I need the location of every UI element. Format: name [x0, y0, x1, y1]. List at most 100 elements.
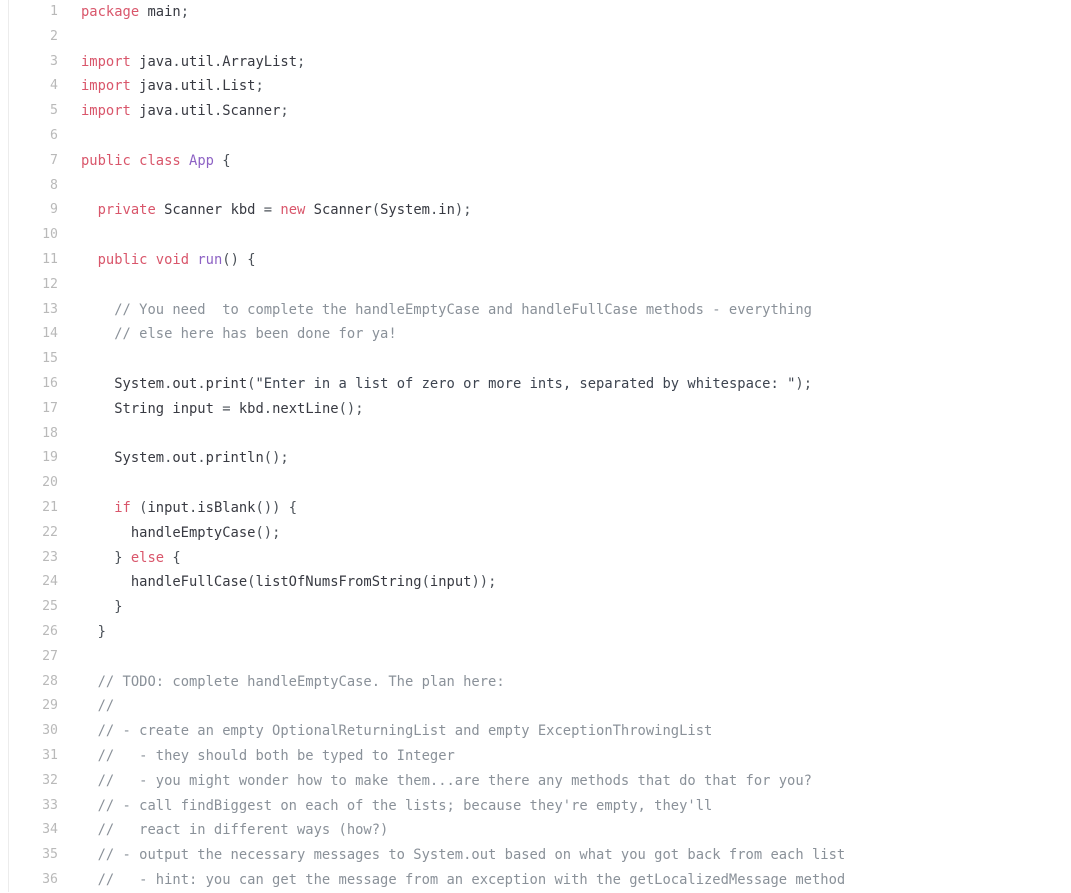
- line-content[interactable]: // - create an empty OptionalReturningLi…: [81, 719, 713, 744]
- code-line[interactable]: 24 handleFullCase(listOfNumsFromString(i…: [0, 570, 1071, 595]
- code-line[interactable]: 18: [0, 422, 1071, 447]
- line-content[interactable]: // - call findBiggest on each of the lis…: [81, 794, 713, 819]
- code-editor[interactable]: 1 package main; 2 3 import java.util.ArrayLi…: [0, 0, 1071, 892]
- line-content[interactable]: private Scanner kbd = new Scanner(System…: [81, 198, 472, 223]
- code-line[interactable]: 15: [0, 347, 1071, 372]
- code-line[interactable]: 20: [0, 471, 1071, 496]
- line-content[interactable]: if (input.isBlank()) {: [81, 496, 297, 521]
- comment-token: // - create an empty OptionalReturningLi…: [97, 723, 713, 740]
- comment-token: // TODO: complete handleEmptyCase. The p…: [97, 673, 505, 690]
- line-content[interactable]: System.out.print("Enter in a list of zer…: [81, 372, 812, 397]
- line-content[interactable]: // - they should both be typed to Intege…: [81, 744, 455, 769]
- code-line[interactable]: 31 // - they should both be typed to Int…: [0, 744, 1071, 769]
- code-line[interactable]: 2: [0, 25, 1071, 50]
- punctuation-token: ): [471, 574, 480, 591]
- code-line[interactable]: 14 // else here has been done for ya!: [0, 322, 1071, 347]
- keyword-token: import: [81, 103, 131, 120]
- code-line[interactable]: 32 // - you might wonder how to make the…: [0, 769, 1071, 794]
- code-line[interactable]: 6: [0, 124, 1071, 149]
- code-line[interactable]: 11 public void run() {: [0, 248, 1071, 273]
- line-content[interactable]: //: [81, 694, 115, 719]
- line-number: 26: [42, 624, 58, 639]
- code-line[interactable]: 13 // You need to complete the handleEmp…: [0, 298, 1071, 323]
- punctuation-token: ;: [272, 524, 281, 541]
- code-line[interactable]: 19 System.out.println();: [0, 446, 1071, 471]
- code-line[interactable]: 28 // TODO: complete handleEmptyCase. Th…: [0, 670, 1071, 695]
- punctuation-token: .: [197, 450, 206, 467]
- code-line[interactable]: 8: [0, 174, 1071, 199]
- comment-token: // else here has been done for ya!: [114, 326, 397, 343]
- code-line[interactable]: 5 import java.util.Scanner;: [0, 99, 1071, 124]
- punctuation-token: ): [230, 252, 239, 268]
- code-line[interactable]: 34 // react in different ways (how?): [0, 818, 1071, 843]
- line-number: 33: [42, 797, 58, 813]
- keyword-token: class: [139, 152, 181, 169]
- line-content[interactable]: package main;: [81, 0, 189, 25]
- line-content[interactable]: // else here has been done for ya!: [81, 322, 397, 347]
- line-content[interactable]: // TODO: complete handleEmptyCase. The p…: [81, 670, 505, 695]
- line-content[interactable]: System.out.println();: [81, 446, 288, 471]
- code-line[interactable]: 29 //: [0, 694, 1071, 719]
- code-line[interactable]: 22 handleEmptyCase();: [0, 521, 1071, 546]
- identifier-token: Scanner: [222, 103, 281, 120]
- line-content[interactable]: // - hint: you can get the message from …: [81, 868, 846, 893]
- code-line[interactable]: 26 }: [0, 620, 1071, 645]
- punctuation-token: .: [197, 376, 206, 392]
- code-line[interactable]: 25 }: [0, 595, 1071, 620]
- line-content[interactable]: public class App {: [81, 149, 231, 174]
- code-line[interactable]: 30 // - create an empty OptionalReturnin…: [0, 719, 1071, 744]
- punctuation-token: =: [263, 202, 273, 219]
- code-line[interactable]: 36 // - hint: you can get the message fr…: [0, 868, 1071, 893]
- code-line[interactable]: 35 // - output the necessary messages to…: [0, 843, 1071, 868]
- code-line[interactable]: 9 private Scanner kbd = new Scanner(Syst…: [0, 198, 1071, 223]
- line-number: 25: [42, 599, 58, 615]
- code-line[interactable]: 27: [0, 645, 1071, 670]
- punctuation-token: ;: [463, 202, 472, 219]
- line-content[interactable]: // - output the necessary messages to Sy…: [81, 843, 846, 868]
- line-content[interactable]: } else {: [81, 546, 180, 571]
- line-content[interactable]: import java.util.Scanner;: [81, 99, 289, 124]
- code-line[interactable]: 17 String input = kbd.nextLine();: [0, 397, 1071, 422]
- identifier-token: main: [147, 4, 181, 20]
- line-content[interactable]: }: [81, 595, 122, 620]
- identifier-token: Scanner: [164, 202, 223, 219]
- line-content[interactable]: // You need to complete the handleEmptyC…: [81, 298, 812, 323]
- punctuation-token: ): [479, 574, 489, 591]
- code-line[interactable]: 23 } else {: [0, 546, 1071, 571]
- comment-token: // - hint: you can get the message from …: [97, 872, 846, 888]
- punctuation-token: (: [338, 400, 347, 417]
- comment-token: // You need to complete the handleEmptyC…: [114, 301, 812, 318]
- code-line[interactable]: 21 if (input.isBlank()) {: [0, 496, 1071, 521]
- code-line[interactable]: 10: [0, 223, 1071, 248]
- code-line[interactable]: 3 import java.util.ArrayList;: [0, 50, 1071, 75]
- identifier-token: kbd: [230, 202, 256, 219]
- punctuation-token: (: [263, 450, 273, 467]
- line-number: 23: [42, 549, 58, 565]
- line-content[interactable]: // react in different ways (how?): [81, 818, 389, 843]
- line-number: 35: [42, 847, 58, 863]
- line-content[interactable]: String input = kbd.nextLine();: [81, 397, 363, 422]
- code-line[interactable]: 7 public class App {: [0, 149, 1071, 174]
- line-content[interactable]: handleFullCase(listOfNumsFromString(inpu…: [81, 570, 497, 595]
- identifier-token: out: [172, 450, 198, 467]
- keyword-token: if: [114, 500, 131, 516]
- line-content[interactable]: handleEmptyCase();: [81, 521, 281, 546]
- code-line[interactable]: 4 import java.util.List;: [0, 74, 1071, 99]
- line-content[interactable]: }: [81, 620, 106, 645]
- line-content[interactable]: public void run() {: [81, 248, 256, 273]
- code-line[interactable]: 33 // - call findBiggest on each of the …: [0, 794, 1071, 819]
- keyword-token: new: [280, 202, 306, 219]
- code-line[interactable]: 12: [0, 273, 1071, 298]
- punctuation-token: ): [795, 376, 804, 392]
- line-number: 13: [42, 301, 58, 317]
- punctuation-token: =: [222, 400, 231, 417]
- line-number: 24: [42, 574, 58, 590]
- line-content[interactable]: // - you might wonder how to make them..…: [81, 769, 812, 794]
- code-line[interactable]: 1 package main;: [0, 0, 1071, 25]
- line-content[interactable]: import java.util.List;: [81, 74, 264, 99]
- code-line[interactable]: 16 System.out.print("Enter in a list of …: [0, 372, 1071, 397]
- line-content[interactable]: import java.util.ArrayList;: [81, 50, 305, 75]
- line-number: 20: [42, 475, 58, 491]
- keyword-token: else: [130, 549, 165, 566]
- line-number: 9: [50, 202, 58, 218]
